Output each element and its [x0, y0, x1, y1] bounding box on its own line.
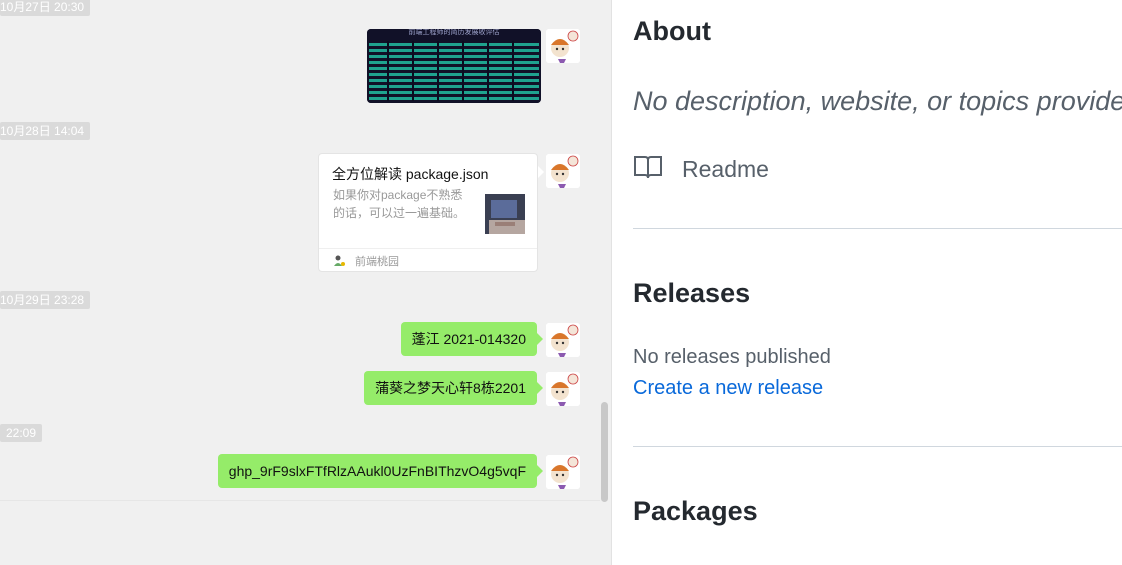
readme-label: Readme: [682, 156, 769, 182]
message-bubble[interactable]: 蓬江 2021-014320: [400, 322, 544, 356]
avatar[interactable]: [546, 154, 580, 188]
book-icon: [634, 156, 662, 179]
releases-heading[interactable]: Releases: [633, 278, 750, 309]
message-bubble[interactable]: 蒲葵之梦天心轩8栋2201: [364, 371, 543, 405]
input-area-divider: [0, 500, 600, 501]
no-releases-text: No releases published: [633, 346, 831, 368]
avatar-icon: [546, 154, 580, 188]
mini-program-icon: [333, 254, 347, 273]
table-screenshot-thumbnail: [367, 29, 541, 103]
card-divider: [319, 248, 537, 249]
avatar-icon: [546, 29, 580, 63]
about-description: No description, website, or topics provi…: [633, 86, 1122, 116]
image-caption: 前端工程师的简历发展收评估: [408, 29, 500, 36]
timestamp: 22:09: [0, 424, 43, 442]
avatar[interactable]: [546, 29, 580, 63]
avatar[interactable]: [546, 323, 580, 357]
card-thumbnail: [485, 194, 525, 234]
chat-window: 10月27日 20:30 前端工程师的简历发展收评估 10月28日 14:04 …: [0, 0, 612, 565]
card-title: 全方位解读 package.json: [332, 166, 489, 182]
timestamp: 10月27日 20:30: [0, 0, 91, 16]
packages-heading[interactable]: Packages: [633, 496, 758, 527]
avatar-icon: [546, 455, 580, 489]
avatar-icon: [546, 372, 580, 406]
laptop-photo-icon: [485, 194, 525, 234]
avatar[interactable]: [546, 372, 580, 406]
link-card[interactable]: 全方位解读 package.json 如果你对package不熟悉的话，可以过一…: [318, 153, 544, 273]
message-bubble[interactable]: ghp_9rF9slxFTfRlzAAukl0UzFnBIThzvO4g5vqF: [217, 454, 544, 488]
avatar[interactable]: [546, 455, 580, 489]
section-divider: [633, 446, 1122, 447]
section-divider: [633, 228, 1122, 229]
card-source: 前端桃园: [355, 256, 399, 268]
create-release-link[interactable]: Create a new release: [633, 377, 823, 400]
timestamp: 10月28日 14:04: [0, 122, 91, 140]
card-description: 如果你对package不熟悉的话，可以过一遍基础。: [333, 188, 466, 220]
image-message[interactable]: 前端工程师的简历发展收评估: [367, 29, 541, 103]
avatar-icon: [546, 323, 580, 357]
chat-scrollbar[interactable]: [601, 402, 608, 502]
about-heading: About: [633, 16, 711, 46]
readme-link[interactable]: Readme: [633, 154, 769, 185]
timestamp: 10月29日 23:28: [0, 291, 91, 309]
repo-sidebar: About No description, website, or topics…: [612, 0, 1122, 565]
